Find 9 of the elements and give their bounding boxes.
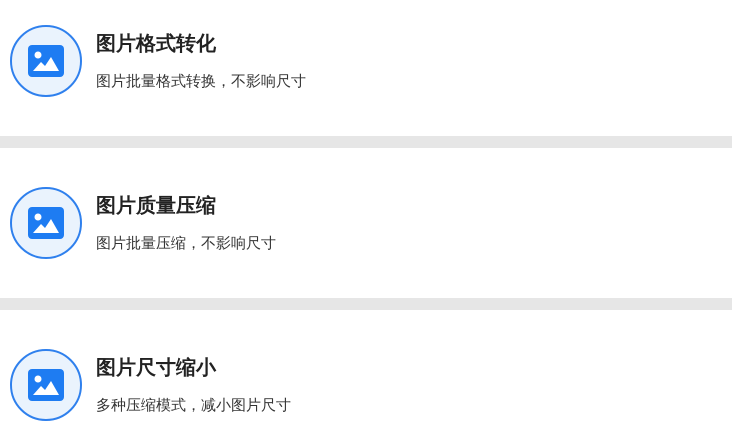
tool-card[interactable]: 图片尺寸缩小 多种压缩模式，减小图片尺寸 — [0, 310, 732, 440]
card-title: 图片格式转化 — [96, 31, 217, 56]
card-subtitle: 多种压缩模式，减小图片尺寸 — [96, 396, 291, 415]
card-title: 图片尺寸缩小 — [96, 355, 218, 380]
card-title: 图片质量压缩 — [96, 193, 217, 218]
card-subtitle: 图片批量格式转换，不影响尺寸 — [96, 72, 306, 91]
tool-card[interactable]: 图片格式转化 图片批量格式转换，不影响尺寸 — [0, 0, 732, 136]
tool-card[interactable]: 图片质量压缩 图片批量压缩，不影响尺寸 — [0, 148, 732, 298]
card-subtitle: 图片批量压缩，不影响尺寸 — [96, 234, 276, 253]
